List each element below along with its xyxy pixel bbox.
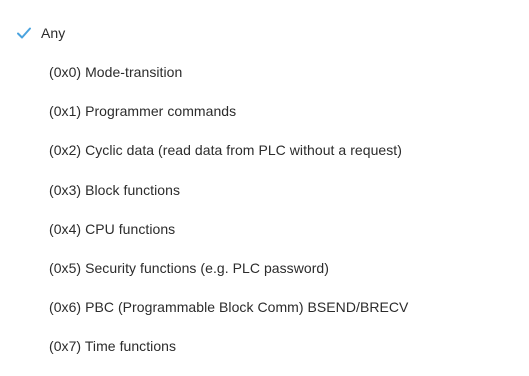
checkmark-icon (16, 25, 32, 41)
menu-item-block-functions[interactable]: (0x3) Block functions (0, 173, 529, 207)
menu-item-programmer-commands[interactable]: (0x1) Programmer commands (0, 94, 529, 128)
menu-item-any[interactable]: Any (0, 16, 529, 50)
menu-item-label: (0x0) Mode-transition (49, 64, 183, 80)
menu-item-security-functions[interactable]: (0x5) Security functions (e.g. PLC passw… (0, 251, 529, 285)
menu-item-cyclic-data[interactable]: (0x2) Cyclic data (read data from PLC wi… (0, 133, 529, 167)
dropdown-menu: Any (0x0) Mode-transition (0x1) Programm… (0, 0, 529, 376)
menu-item-label: (0x7) Time functions (49, 338, 177, 354)
menu-item-label: (0x3) Block functions (49, 182, 180, 198)
menu-item-mode-transition[interactable]: (0x0) Mode-transition (0, 55, 529, 89)
menu-item-label: Any (41, 25, 66, 41)
menu-item-label: (0x4) CPU functions (49, 221, 176, 237)
menu-item-label: (0x1) Programmer commands (49, 103, 237, 119)
menu-item-label: (0x2) Cyclic data (read data from PLC wi… (49, 142, 402, 158)
menu-item-label: (0x5) Security functions (e.g. PLC passw… (49, 260, 329, 276)
menu-item-cpu-functions[interactable]: (0x4) CPU functions (0, 212, 529, 246)
menu-item-time-functions[interactable]: (0x7) Time functions (0, 329, 529, 363)
menu-item-label: (0x6) PBC (Programmable Block Comm) BSEN… (49, 299, 409, 315)
menu-item-pbc[interactable]: (0x6) PBC (Programmable Block Comm) BSEN… (0, 290, 529, 324)
